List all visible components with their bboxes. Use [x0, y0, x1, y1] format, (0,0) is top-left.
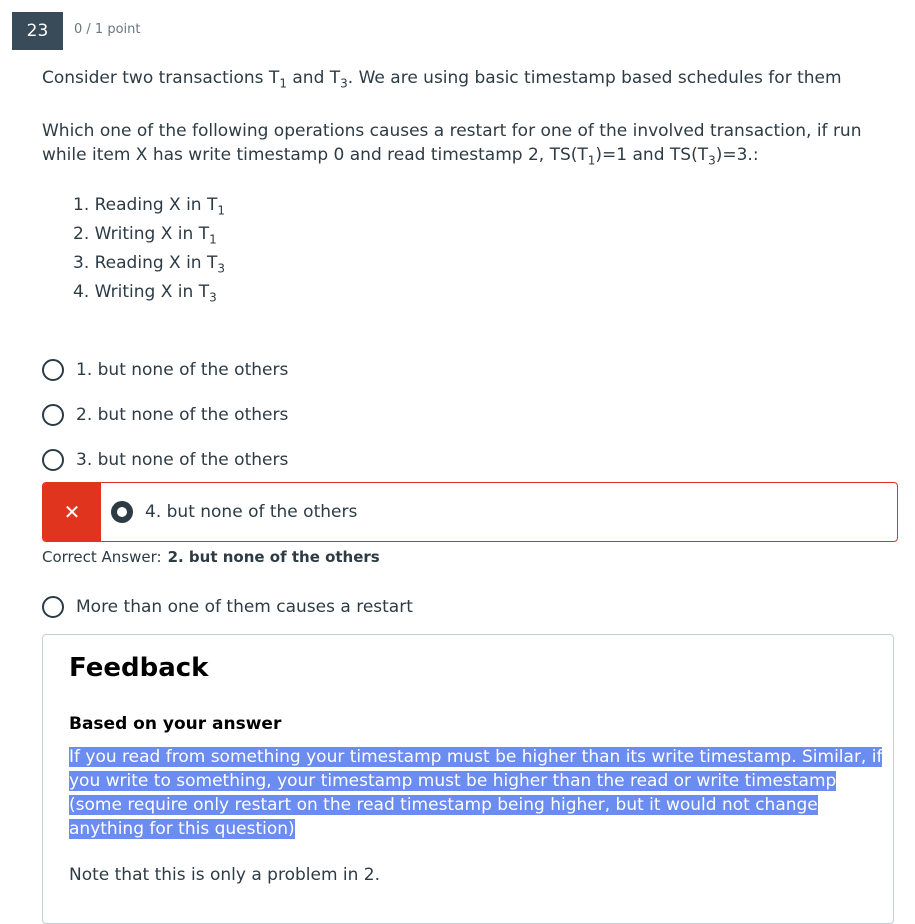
answer-option-1[interactable]: 1. but none of the others: [42, 357, 288, 383]
feedback-subtitle: Based on your answer: [69, 714, 282, 734]
answer-label: 4. but none of the others: [145, 502, 358, 522]
incorrect-x-icon: ✕: [43, 483, 101, 541]
feedback-body: If you read from something your timestam…: [69, 745, 889, 841]
answer-label: More than one of them causes a restart: [76, 597, 413, 617]
question-intro: Consider two transactions T1 and T3. We …: [42, 68, 842, 91]
answer-option-5[interactable]: More than one of them causes a restart: [42, 594, 413, 620]
operation-item: 3. Reading X in T3: [73, 253, 226, 276]
question-points: 0 / 1 point: [74, 22, 141, 37]
radio-button[interactable]: [42, 596, 64, 618]
radio-button-selected[interactable]: [111, 501, 133, 523]
question-number-badge: 23: [12, 12, 63, 50]
operation-item: 4. Writing X in T3: [73, 282, 217, 305]
highlighted-text: If you read from something your timestam…: [69, 747, 883, 839]
answer-option-3[interactable]: 3. but none of the others: [42, 447, 288, 473]
feedback-panel: Feedback Based on your answer If you rea…: [42, 634, 894, 924]
answer-label: 3. but none of the others: [76, 450, 289, 470]
answer-label: 2. but none of the others: [76, 405, 289, 425]
radio-button[interactable]: [42, 359, 64, 381]
question-prompt: Which one of the following operations ca…: [42, 121, 862, 168]
answer-option-2[interactable]: 2. but none of the others: [42, 402, 288, 428]
correct-answer: Correct Answer: 2. but none of the others: [42, 548, 380, 566]
feedback-note: Note that this is only a problem in 2.: [69, 865, 381, 885]
answer-option-4-incorrect[interactable]: ✕ 4. but none of the others: [42, 482, 898, 542]
feedback-title: Feedback: [69, 653, 209, 683]
radio-button[interactable]: [42, 404, 64, 426]
operation-item: 2. Writing X in T1: [73, 224, 217, 247]
answer-label: 1. but none of the others: [76, 360, 289, 380]
operation-item: 1. Reading X in T1: [73, 195, 226, 218]
operations-list: 1. Reading X in T1 2. Writing X in T1 3.…: [73, 191, 225, 307]
radio-button[interactable]: [42, 449, 64, 471]
